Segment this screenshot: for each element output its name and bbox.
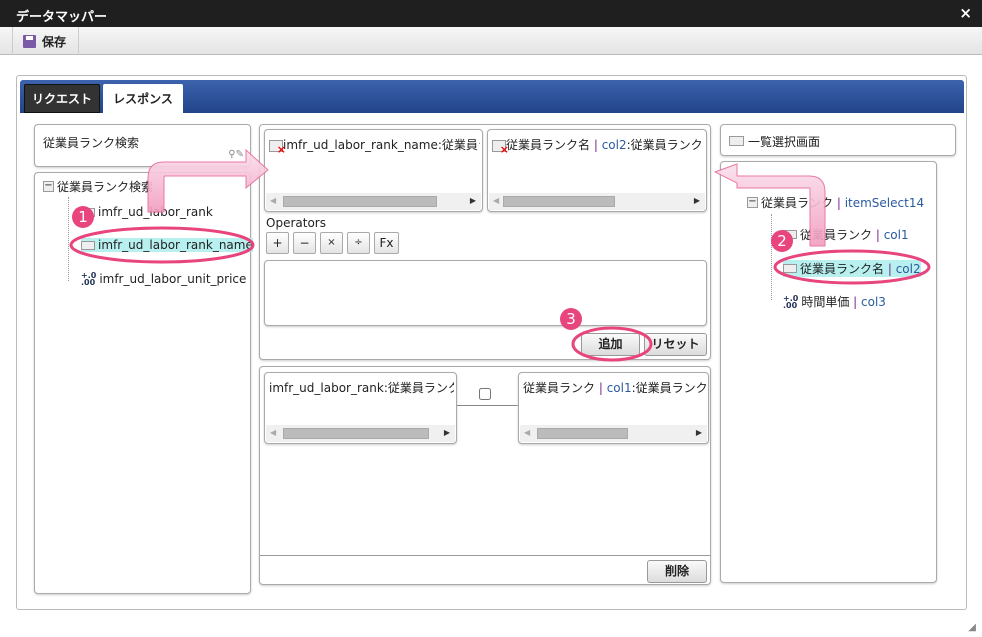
source-name-box: 従業員ランク検索 ⚲✎ [34, 124, 251, 167]
divide-button[interactable]: ÷ [347, 232, 370, 254]
tree-line [68, 197, 69, 281]
tree-root-label: 従業員ランク検索 [57, 180, 154, 194]
selected-source: imfr_ud_labor_rank_name:従業員ランク検索 [283, 138, 480, 152]
tree-item-label: 従業員ランク | col1 [800, 228, 909, 242]
tab-request[interactable]: リクエスト [24, 84, 100, 113]
tree-item-label: imfr_ud_labor_rank [98, 205, 213, 219]
multiply-button[interactable]: × [320, 232, 343, 254]
tree-item-selected[interactable]: imfr_ud_labor_rank_name [81, 238, 253, 252]
floppy-disk-icon [23, 34, 36, 48]
number-icon: +.0.00 [783, 293, 799, 310]
step-badge-3: 3 [560, 308, 582, 330]
tree-item[interactable]: +.0.00 imfr_ud_labor_unit_price [81, 271, 247, 287]
tree-root[interactable]: − 従業員ランク | itemSelect14 [747, 194, 924, 211]
remove-icon[interactable] [269, 139, 286, 153]
horizontal-scrollbar[interactable]: ◀ ▶ [266, 193, 481, 210]
selected-target: 従業員ランク名 | col2:従業員ランク | itemSelect14 [506, 138, 703, 152]
horizontal-scrollbar[interactable]: ◀ ▶ [489, 193, 705, 210]
tree-item-label: 従業員ランク名 | col2 [800, 262, 921, 276]
mapping-source-text: imfr_ud_labor_rank:従業員ランク検索 [269, 381, 454, 395]
target-screen-box: 一覧選択画面 [720, 124, 956, 156]
source-name: 従業員ランク検索 [43, 136, 140, 150]
mapping-connector [457, 405, 518, 406]
divider [260, 555, 710, 556]
mapping-target[interactable]: 従業員ランク | col1:従業員ランク | itemSelect14 ◀▶ [518, 372, 709, 444]
collapse-icon[interactable]: − [43, 181, 54, 192]
number-icon: +.0.00 [81, 271, 97, 287]
tree-item-label: imfr_ud_labor_rank_name [98, 238, 253, 252]
tree-item-label: 時間単価 | col3 [801, 295, 886, 309]
tab-response[interactable]: レスポンス [103, 84, 183, 113]
selected-target-box: 従業員ランク名 | col2:従業員ランク | itemSelect14 ◀▶ [487, 129, 707, 212]
field-icon [783, 264, 797, 273]
selected-source-box: imfr_ud_labor_rank_name:従業員ランク検索 ◀▶ [264, 129, 483, 212]
tree-item-label: imfr_ud_labor_unit_price [99, 272, 247, 286]
source-tree: − 従業員ランク検索 imfr_ud_labor_rank imfr_ud_la… [34, 172, 253, 594]
step-badge-2: 2 [771, 230, 793, 252]
target-screen-name: 一覧選択画面 [748, 135, 821, 149]
delete-button[interactable]: 削除 [647, 560, 707, 583]
tree-item[interactable]: 従業員ランク | col1 [783, 226, 909, 243]
plus-button[interactable]: + [266, 232, 289, 254]
mapping-source[interactable]: imfr_ud_labor_rank:従業員ランク検索 ◀▶ [264, 372, 457, 444]
save-button[interactable]: 保存 [12, 27, 79, 55]
mapping-checkbox[interactable] [479, 388, 491, 400]
step-badge-1: 1 [72, 206, 94, 228]
window-title: データマッパー [0, 0, 982, 27]
mapping-list: imfr_ud_labor_rank:従業員ランク検索 ◀▶ 従業員ランク | … [259, 366, 711, 585]
function-button[interactable]: Fx [374, 232, 399, 254]
minus-button[interactable]: − [293, 232, 316, 254]
tree-root-label: 従業員ランク | itemSelect14 [761, 196, 925, 210]
reset-button[interactable]: リセット [644, 333, 707, 356]
tree-item-selected[interactable]: 従業員ランク名 | col2 [783, 260, 921, 277]
add-button[interactable]: 追加 [581, 333, 640, 356]
target-tree: − 従業員ランク | itemSelect14 従業員ランク | col1 従業… [720, 161, 937, 583]
operators-label: Operators [266, 216, 326, 230]
remove-icon[interactable] [492, 139, 509, 153]
resize-grip-icon[interactable]: ◢ [968, 622, 976, 633]
tab-bar: リクエスト レスポンス [20, 80, 964, 113]
close-icon[interactable]: × [959, 4, 972, 22]
edit-icon[interactable]: ⚲✎ [228, 149, 244, 160]
mapping-target-text: 従業員ランク | col1:従業員ランク | itemSelect14 [523, 381, 706, 395]
tree-item[interactable]: imfr_ud_labor_rank [81, 205, 213, 219]
horizontal-scrollbar[interactable]: ◀ ▶ [520, 425, 707, 442]
field-icon [81, 240, 95, 250]
tree-root[interactable]: − 従業員ランク検索 [43, 178, 153, 195]
horizontal-scrollbar[interactable]: ◀ ▶ [266, 425, 455, 442]
collapse-icon[interactable]: − [747, 197, 758, 208]
list-screen-icon [729, 136, 744, 146]
save-label: 保存 [42, 34, 67, 49]
toolbar: 保存 [0, 27, 982, 55]
tree-item[interactable]: +.0.00 時間単価 | col3 [783, 293, 886, 310]
expression-input[interactable] [264, 260, 707, 326]
tree-line [771, 214, 772, 300]
